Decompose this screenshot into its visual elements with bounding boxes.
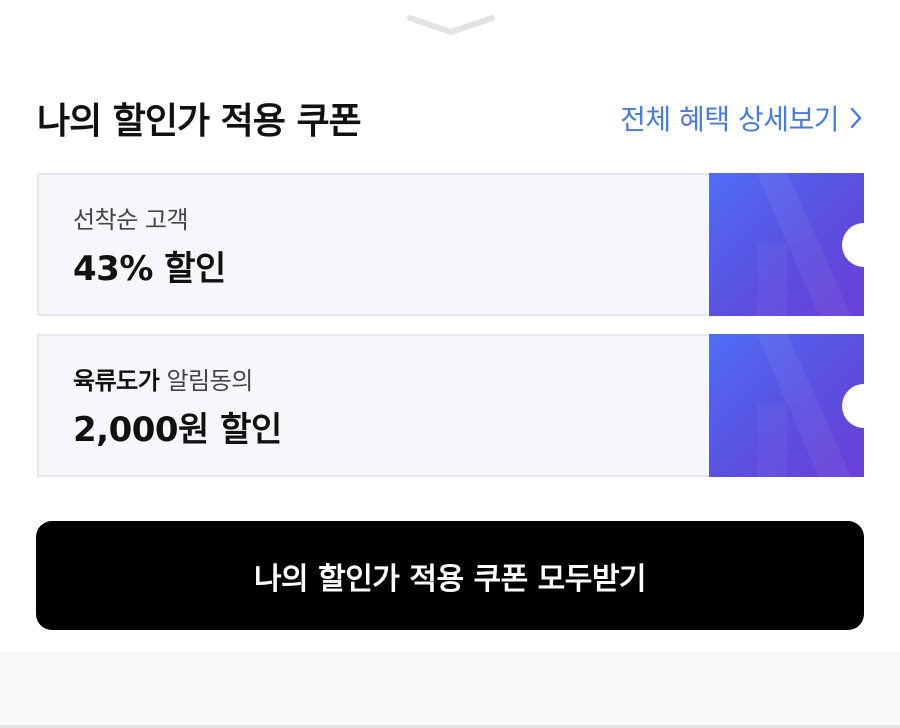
view-all-benefits-link[interactable]: 전체 혜택 상세보기 <box>620 98 863 138</box>
coupon-download-stub[interactable] <box>709 173 864 316</box>
chevron-right-icon <box>850 107 862 129</box>
coupon-condition-text: 알림동의 <box>159 367 253 395</box>
coupon-discount: 2,000원 할인 <box>73 410 282 450</box>
coupon-info: 선착순 고객 43% 할인 <box>37 173 709 316</box>
get-all-coupons-button[interactable]: 나의 할인가 적용 쿠폰 모두받기 <box>36 521 864 630</box>
coupon-card[interactable]: 선착순 고객 43% 할인 <box>37 173 864 316</box>
coupon-condition: 선착순 고객 <box>73 206 189 234</box>
view-all-benefits-label: 전체 혜택 상세보기 <box>620 103 839 136</box>
sheet-handle-chevron-icon[interactable] <box>406 12 496 38</box>
coupon-info: 육류도가 알림동의 2,000원 할인 <box>37 334 709 477</box>
coupon-card[interactable]: 육류도가 알림동의 2,000원 할인 <box>37 334 864 477</box>
section-title: 나의 할인가 적용 쿠폰 <box>37 101 362 142</box>
section-header: 나의 할인가 적용 쿠폰 전체 혜택 상세보기 <box>37 88 863 148</box>
coupon-download-stub[interactable] <box>709 334 864 477</box>
coupon-discount: 43% 할인 <box>73 249 226 289</box>
bottom-area <box>0 652 900 728</box>
coupon-sheet: 나의 할인가 적용 쿠폰 전체 혜택 상세보기 선착순 고객 43% 할인 육류… <box>0 0 900 728</box>
coupon-condition: 육류도가 알림동의 <box>73 364 675 398</box>
coupon-stub-pattern-icon <box>757 173 851 316</box>
coupon-brand: 육류도가 <box>73 367 160 395</box>
coupon-stub-pattern-icon <box>757 334 851 477</box>
